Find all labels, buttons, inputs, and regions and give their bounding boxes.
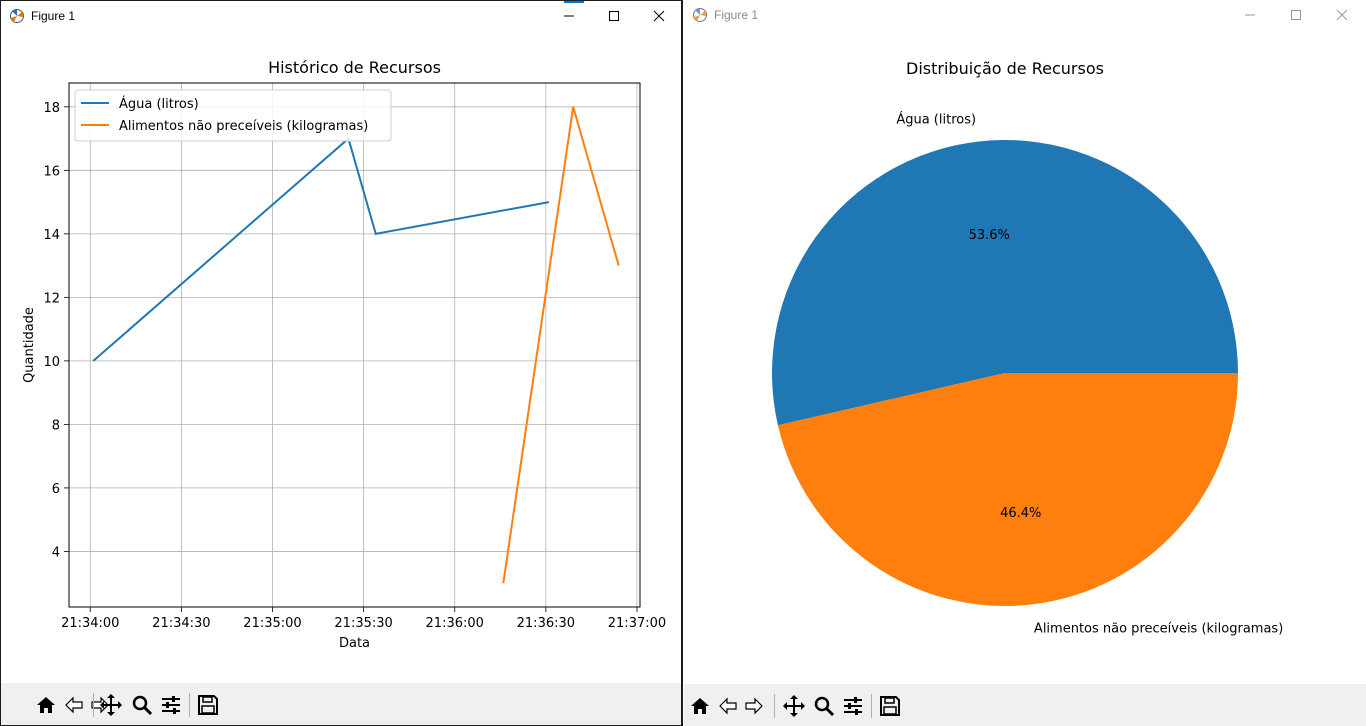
pie-percent-agua: 53.6% (969, 228, 1010, 243)
maximize-button[interactable] (1273, 0, 1319, 30)
matplotlib-logo-icon (10, 9, 24, 23)
pie-label-alimentos: Alimentos não preceíveis (kilogramas) (1034, 622, 1283, 637)
title-bar[interactable]: Figure 1 (1, 1, 681, 31)
pie-chart: Distribuição de Recursos 53.6% 46.4% Águ… (772, 59, 1283, 637)
x-tick-label: 21:34:00 (61, 616, 119, 631)
pan-button[interactable] (98, 692, 124, 718)
close-icon (653, 10, 665, 22)
save-icon (880, 696, 900, 716)
back-icon (65, 696, 83, 714)
y-tick-label: 6 (52, 482, 60, 497)
configure-subplots-button[interactable] (158, 692, 184, 718)
legend-label-alimentos: Alimentos não preceíveis (kilogramas) (119, 119, 368, 134)
configure-subplots-button[interactable] (840, 693, 866, 719)
maximize-button[interactable] (591, 1, 637, 31)
x-tick-label: 21:37:00 (608, 616, 666, 631)
zoom-icon (132, 695, 153, 716)
save-icon (198, 695, 218, 715)
matplotlib-toolbar (1, 683, 681, 725)
x-axis-label: Data (339, 636, 370, 651)
forward-button[interactable] (741, 693, 767, 719)
y-tick-label: 12 (43, 291, 60, 306)
home-icon (37, 697, 55, 713)
zoom-button[interactable] (811, 693, 837, 719)
series-lines (92, 106, 620, 584)
minimize-button[interactable] (546, 1, 592, 31)
y-tick-label: 14 (43, 228, 60, 243)
home-icon (691, 698, 709, 714)
figure-window-pie: Figure 1 Distribuição de Recursos 53.6% … (684, 0, 1366, 726)
y-tick-label: 10 (43, 355, 60, 370)
maximize-icon (1291, 10, 1301, 20)
line-chart: 21:34:00 21:34:30 21:35:00 21:35:30 21:36:00… (22, 58, 666, 651)
matplotlib-toolbar (684, 684, 1366, 726)
back-icon (719, 697, 737, 715)
save-button[interactable] (877, 693, 903, 719)
minimize-icon (1245, 14, 1255, 16)
chart-title: Distribuição de Recursos (906, 59, 1104, 78)
back-button[interactable] (715, 693, 741, 719)
home-button[interactable] (33, 692, 59, 718)
configure-subplots-icon (844, 697, 862, 715)
pie-percent-alimentos: 46.4% (1000, 506, 1041, 521)
maximize-icon (609, 11, 619, 21)
x-tick-label: 21:35:30 (334, 616, 392, 631)
x-tick-label: 21:35:00 (243, 616, 301, 631)
configure-subplots-icon (162, 696, 180, 714)
minimize-icon (564, 15, 574, 17)
title-bar[interactable]: Figure 1 (684, 0, 1366, 30)
chart-title: Histórico de Recursos (268, 58, 441, 77)
series-line-alimentos (502, 106, 620, 584)
save-button[interactable] (195, 692, 221, 718)
legend: Água (litros) Alimentos não preceíveis (… (74, 89, 392, 142)
forward-icon (745, 697, 763, 715)
minimize-button[interactable] (1227, 0, 1273, 30)
figure-window-line: Figure 1 21:34:00 21:34:30 21:35:00 21:35:3… (0, 0, 683, 726)
window-title: Figure 1 (31, 9, 76, 23)
close-button[interactable] (1319, 0, 1365, 30)
x-tick-label: 21:34:30 (152, 616, 210, 631)
window-title: Figure 1 (714, 8, 759, 22)
back-button[interactable] (61, 692, 87, 718)
close-button[interactable] (636, 1, 681, 31)
y-tick-label: 4 (52, 545, 60, 560)
pan-icon (783, 695, 805, 717)
zoom-button[interactable] (129, 692, 155, 718)
pan-icon (100, 694, 122, 716)
legend-label-agua: Água (litros) (119, 96, 199, 112)
y-tick-label: 8 (52, 418, 60, 433)
zoom-icon (814, 696, 835, 717)
x-tick-label: 21:36:30 (517, 616, 575, 631)
home-button[interactable] (687, 693, 713, 719)
pan-button[interactable] (781, 693, 807, 719)
x-tick-label: 21:36:00 (426, 616, 484, 631)
series-line-agua (92, 136, 550, 362)
pie-label-agua: Água (litros) (896, 111, 976, 127)
y-tick-label: 16 (43, 164, 60, 179)
close-icon (1336, 9, 1348, 21)
y-axis-label: Quantidade (22, 307, 37, 383)
matplotlib-logo-icon (693, 8, 707, 22)
y-tick-label: 18 (43, 101, 60, 116)
